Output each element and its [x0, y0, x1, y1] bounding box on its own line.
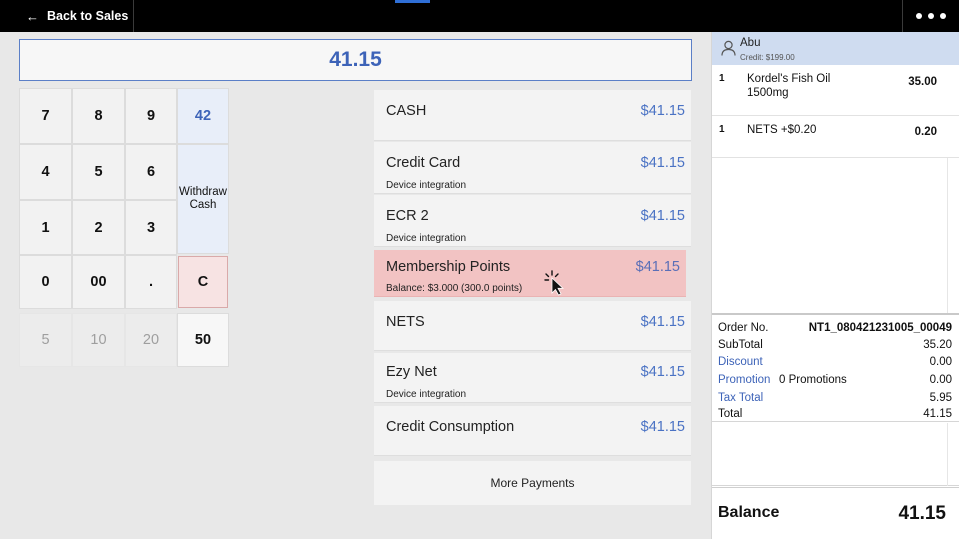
key-decimal[interactable]: . [125, 255, 177, 309]
total-label: Total [718, 408, 743, 420]
payment-amount: $41.15 [640, 208, 685, 224]
dot-icon [916, 13, 922, 19]
payment-name: NETS [386, 314, 425, 330]
payment-credit-card[interactable]: Credit Card $41.15 Device integration [374, 142, 691, 194]
payment-credit-consumption[interactable]: Credit Consumption $41.15 [374, 406, 691, 456]
payment-amount: $41.15 [640, 314, 685, 330]
payment-ecr-2[interactable]: ECR 2 $41.15 Device integration [374, 195, 691, 247]
withdraw-label-line2: Cash [189, 199, 217, 211]
user-icon [721, 40, 736, 56]
key-3[interactable]: 3 [125, 200, 177, 255]
payment-membership-points[interactable]: Membership Points $41.15 Balance: $3.000… [374, 250, 686, 297]
dot-icon [940, 13, 946, 19]
key-1[interactable]: 1 [19, 200, 72, 255]
subtotal-label: SubTotal [718, 339, 763, 351]
line-amount: 0.20 [914, 126, 937, 138]
customer-name: Abu [740, 37, 761, 49]
order-lines-scrollbar[interactable] [947, 158, 959, 313]
payment-subtext: Device integration [386, 389, 467, 400]
back-to-sales-button[interactable]: ← Back to Sales [0, 0, 134, 32]
payment-amount: $41.15 [635, 259, 680, 275]
customer-bar[interactable]: Abu Credit: $199.00 [712, 32, 959, 65]
key-8[interactable]: 8 [72, 88, 125, 144]
promotion-count: 0 Promotions [779, 374, 847, 386]
tax-total-link[interactable]: Tax Total [718, 392, 763, 404]
payment-ezy-net[interactable]: Ezy Net $41.15 Device integration [374, 353, 691, 403]
payment-amount: $41.15 [640, 103, 685, 119]
balance-bar: Balance 41.15 [712, 487, 959, 539]
more-payments-button[interactable]: More Payments [374, 461, 691, 505]
line-qty: 1 [719, 73, 725, 84]
back-label: Back to Sales [47, 9, 129, 23]
more-options-button[interactable] [902, 0, 959, 32]
order-number-label: Order No. [718, 322, 769, 334]
preset-5-button[interactable]: 5 [19, 313, 72, 367]
payment-name: Ezy Net [386, 364, 437, 380]
payment-subtext: Balance: $3.000 (300.0 points) [386, 283, 523, 294]
preset-20-button[interactable]: 20 [125, 313, 177, 367]
line-amount: 35.00 [908, 76, 937, 88]
preset-50-button[interactable]: 50 [177, 313, 229, 367]
order-number-value: NT1_080421231005_00049 [808, 322, 952, 334]
line-name: Kordel's Fish Oil 1500mg [747, 73, 831, 99]
dot-icon [928, 13, 934, 19]
line-name: NETS +$0.20 [747, 124, 817, 136]
order-panel: Abu Credit: $199.00 1 Kordel's Fish Oil … [711, 32, 959, 539]
key-00[interactable]: 00 [72, 255, 125, 309]
clear-button[interactable]: C [178, 256, 228, 308]
notes-scrollbar[interactable] [947, 423, 959, 486]
preset-10-button[interactable]: 10 [72, 313, 125, 367]
payment-amount: $41.15 [640, 364, 685, 380]
tax-total-value: 5.95 [929, 392, 952, 404]
notes-area [712, 423, 959, 486]
amount-input[interactable]: 41.15 [19, 39, 692, 81]
payment-subtext: Device integration [386, 180, 467, 191]
payment-name: ECR 2 [386, 208, 429, 224]
discount-value: 0.00 [929, 356, 952, 368]
withdraw-label-line1: Withdraw [179, 186, 227, 198]
quick-amount-button[interactable]: 42 [177, 88, 229, 144]
key-5[interactable]: 5 [72, 144, 125, 200]
order-line-item[interactable]: 1 Kordel's Fish Oil 1500mg 35.00 [712, 65, 959, 116]
payment-nets[interactable]: NETS $41.15 [374, 301, 691, 351]
payment-amount: $41.15 [640, 419, 685, 435]
click-cursor-icon [544, 270, 565, 296]
payment-name: CASH [386, 103, 427, 119]
key-4[interactable]: 4 [19, 144, 72, 200]
tab-indicator [395, 0, 430, 3]
payment-name: Membership Points [386, 259, 511, 275]
key-2[interactable]: 2 [72, 200, 125, 255]
key-9[interactable]: 9 [125, 88, 177, 144]
withdraw-cash-button[interactable]: Withdraw Cash [177, 144, 229, 254]
order-totals: Order No. NT1_080421231005_00049 SubTota… [712, 313, 959, 422]
discount-link[interactable]: Discount [718, 356, 763, 368]
top-bar: ← Back to Sales [0, 0, 959, 32]
arrow-left-icon: ← [26, 8, 39, 24]
total-value: 41.15 [923, 408, 952, 420]
key-7[interactable]: 7 [19, 88, 72, 144]
payment-amount: $41.15 [640, 155, 685, 171]
payment-cash[interactable]: CASH $41.15 [374, 90, 691, 141]
order-line-item[interactable]: 1 NETS +$0.20 0.20 [712, 116, 959, 158]
promotion-value: 0.00 [929, 374, 952, 386]
balance-value: 41.15 [898, 503, 946, 524]
key-0[interactable]: 0 [19, 255, 72, 309]
subtotal-value: 35.20 [923, 339, 952, 351]
balance-label: Balance [718, 504, 780, 521]
payment-name: Credit Card [386, 155, 461, 171]
promotion-link[interactable]: Promotion [718, 374, 770, 386]
key-6[interactable]: 6 [125, 144, 177, 200]
line-qty: 1 [719, 124, 725, 135]
customer-credit: Credit: $199.00 [740, 53, 795, 62]
payment-name: Credit Consumption [386, 419, 515, 435]
payment-subtext: Device integration [386, 233, 467, 244]
